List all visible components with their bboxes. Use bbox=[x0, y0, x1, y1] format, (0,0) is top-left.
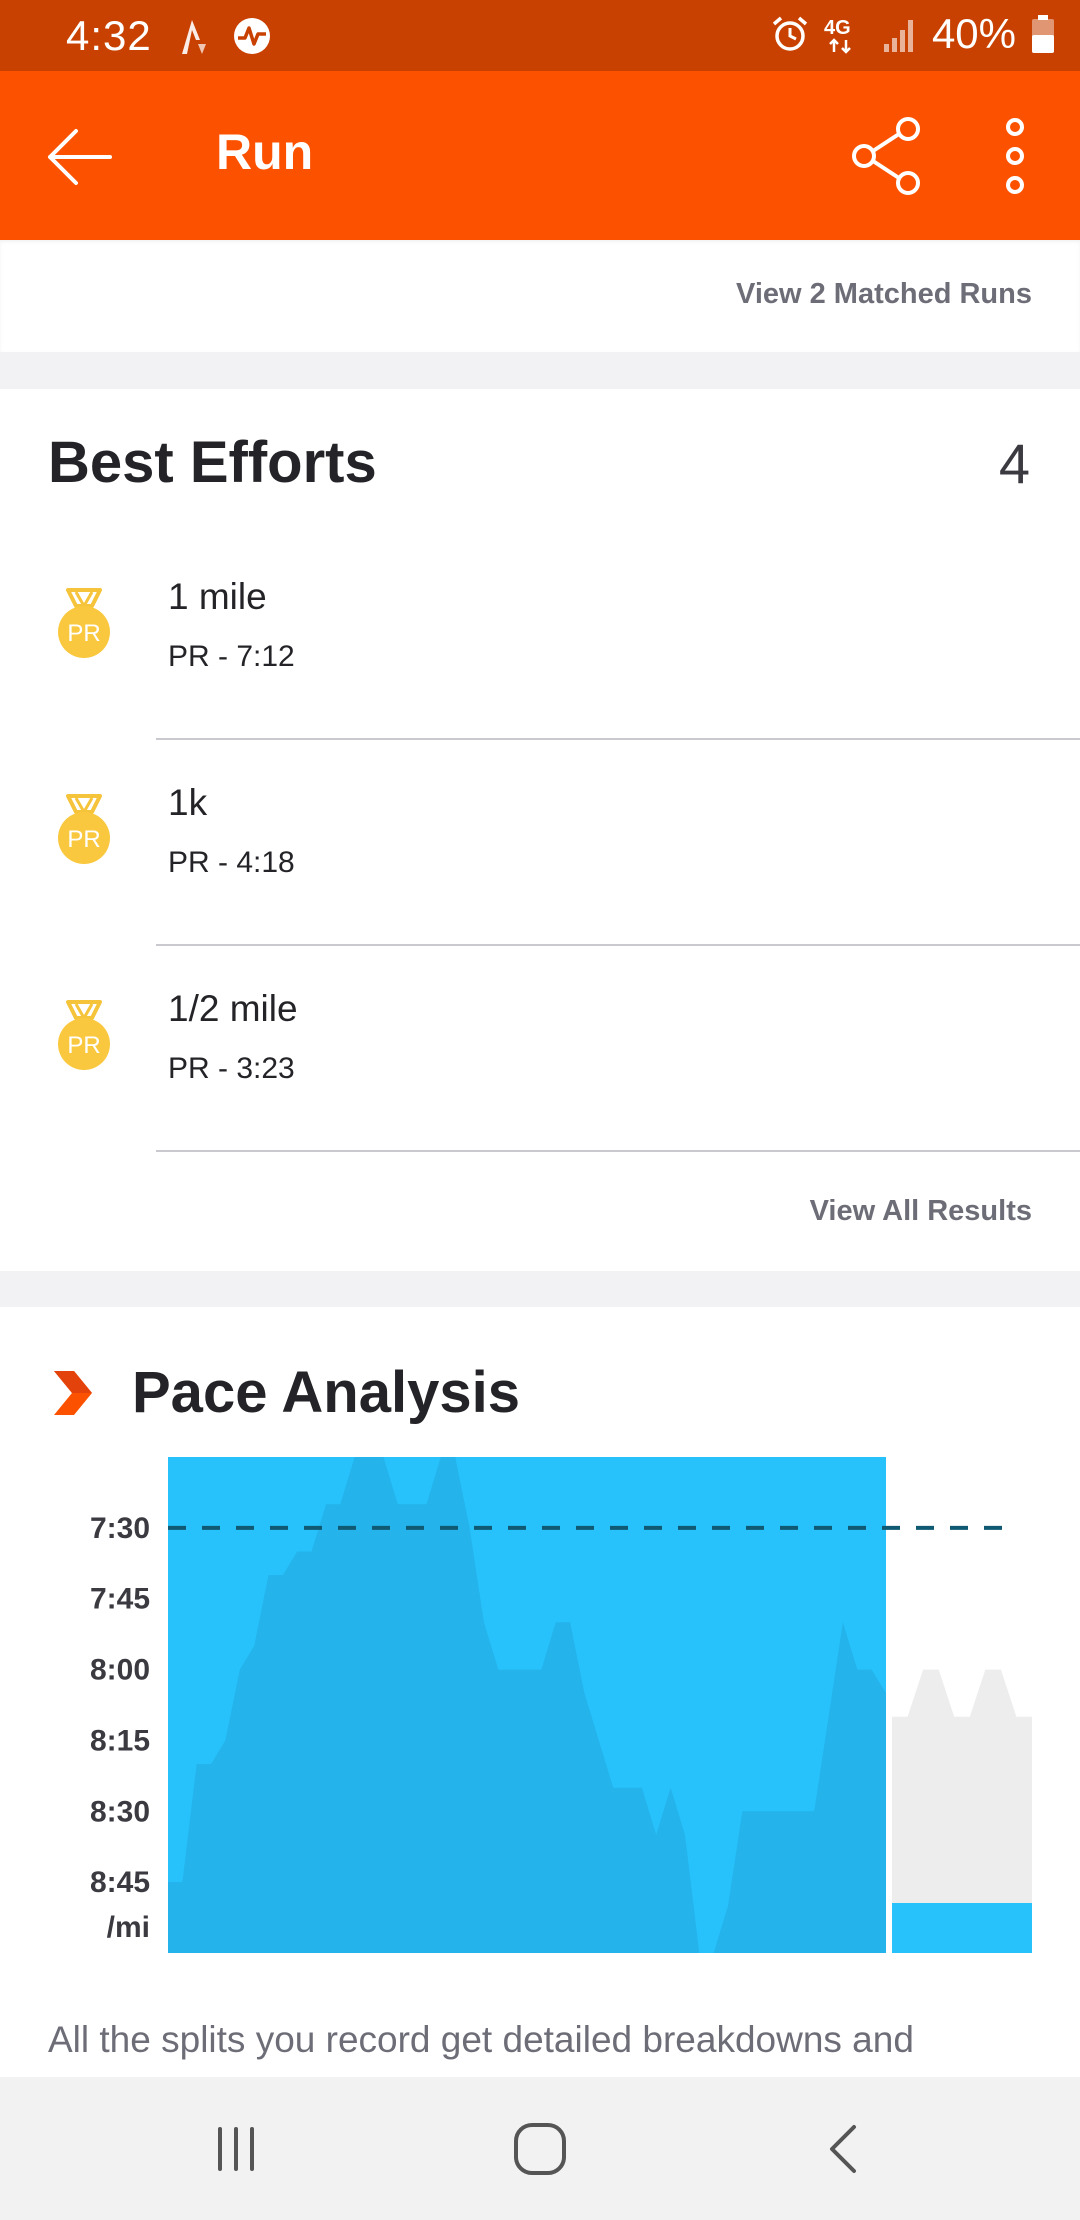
y-tick-label: 7:45 bbox=[90, 1583, 150, 1616]
chevron-right-icon bbox=[54, 1371, 92, 1415]
app-bar: Run bbox=[0, 71, 1080, 240]
effort-name: 1 mile bbox=[168, 576, 267, 617]
battery-percentage: 40% bbox=[931, 10, 1016, 57]
y-tick-label: 8:30 bbox=[90, 1795, 150, 1828]
pr-medal-icon: PR bbox=[58, 588, 110, 658]
pr-medal-icon: PR bbox=[58, 1000, 110, 1070]
home-icon bbox=[514, 2123, 566, 2175]
effort-row[interactable]: PR 1/2 mile PR - 3:23 bbox=[0, 946, 1080, 1152]
pace-bar-secondary bbox=[892, 1903, 1032, 1953]
y-unit-label: /mi bbox=[107, 1911, 150, 1944]
battery-icon bbox=[1032, 15, 1054, 53]
recents-icon bbox=[218, 2127, 254, 2171]
y-tick-label: 7:30 bbox=[90, 1512, 150, 1545]
nav-back-icon bbox=[830, 2125, 856, 2173]
effort-result: PR - 7:12 bbox=[168, 640, 295, 673]
recents-button[interactable] bbox=[212, 2125, 260, 2173]
signal-icon bbox=[883, 20, 913, 52]
svg-text:4G: 4G bbox=[824, 17, 851, 39]
svg-text:PR: PR bbox=[67, 1032, 100, 1059]
effort-row[interactable]: PR 1k PR - 4:18 bbox=[0, 740, 1080, 946]
pace-chart[interactable]: 7:30 7:45 8:00 8:15 8:30 8:45/mi bbox=[0, 1457, 1080, 1967]
network-4g-icon: 4G bbox=[824, 17, 851, 54]
alarm-icon bbox=[772, 16, 808, 51]
best-efforts-title: Best Efforts bbox=[48, 430, 377, 495]
pace-analysis-section: Pace Analysis 7:30 7:45 8:00 8:15 8:30 8:45/m… bbox=[0, 1307, 1080, 2077]
effort-row[interactable]: PR 1 mile PR - 7:12 bbox=[0, 534, 1080, 740]
section-divider bbox=[0, 1271, 1080, 1307]
page-title: Run bbox=[216, 124, 314, 180]
share-button[interactable] bbox=[848, 113, 928, 199]
system-nav-bar bbox=[0, 2077, 1080, 2220]
status-system-icons: 4G 40% bbox=[770, 10, 1056, 58]
status-time: 4:32 bbox=[66, 12, 152, 59]
strava-notification-icon bbox=[182, 20, 206, 54]
best-efforts-count: 4 bbox=[998, 432, 1030, 495]
effort-name: 1/2 mile bbox=[168, 988, 298, 1029]
activity-notification-icon bbox=[234, 18, 270, 54]
share-icon bbox=[852, 117, 920, 195]
pace-analysis-title: Pace Analysis bbox=[132, 1360, 520, 1425]
pace-description: All the splits you record get detailed b… bbox=[48, 2019, 914, 2060]
svg-text:PR: PR bbox=[67, 620, 100, 647]
nav-back-button[interactable] bbox=[822, 2121, 862, 2177]
section-divider bbox=[0, 352, 1080, 389]
view-all-results-link[interactable]: View All Results bbox=[810, 1195, 1032, 1228]
effort-result: PR - 4:18 bbox=[168, 846, 295, 879]
view-matched-runs-link[interactable]: View 2 Matched Runs bbox=[736, 278, 1032, 311]
back-button[interactable] bbox=[40, 117, 120, 197]
svg-text:PR: PR bbox=[67, 826, 100, 853]
status-bar: 4:32 4G 40% bbox=[0, 0, 1080, 71]
effort-result: PR - 3:23 bbox=[168, 1052, 295, 1085]
y-tick-label: 8:00 bbox=[90, 1654, 150, 1687]
pr-medal-icon: PR bbox=[58, 794, 110, 864]
arrow-left-icon bbox=[48, 129, 112, 185]
y-tick-label: 8:45 bbox=[90, 1866, 150, 1899]
status-notification-icons bbox=[178, 14, 274, 58]
best-efforts-section: Best Efforts 4 PR 1 mile PR - 7:12 PR 1k… bbox=[0, 389, 1080, 1271]
row-divider bbox=[156, 1150, 1080, 1152]
home-button[interactable] bbox=[512, 2121, 568, 2177]
effort-name: 1k bbox=[168, 782, 208, 823]
y-tick-label: 8:15 bbox=[90, 1724, 150, 1757]
more-vertical-icon bbox=[1006, 118, 1024, 194]
more-options-button[interactable] bbox=[990, 113, 1040, 199]
matched-runs-section: View 2 Matched Runs bbox=[0, 240, 1080, 352]
